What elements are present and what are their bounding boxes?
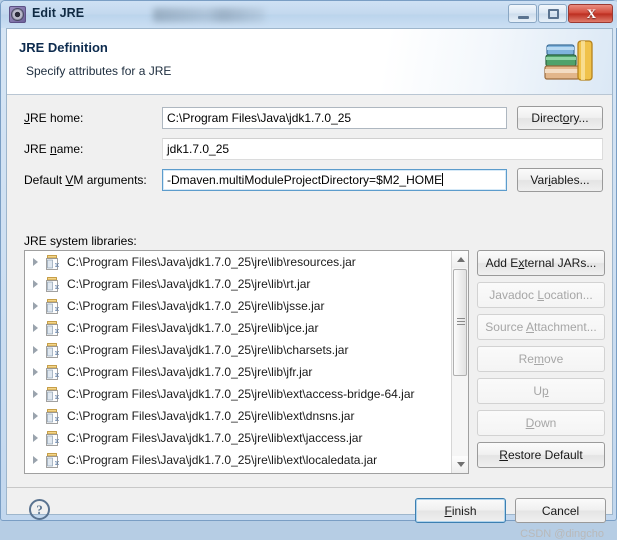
watermark: CSDN @dingcho bbox=[520, 528, 604, 540]
svg-text:10: 10 bbox=[55, 439, 59, 445]
vm-args-value: -Dmaven.multiModuleProjectDirectory=$M2_… bbox=[167, 173, 443, 187]
jre-home-label: JRE home: bbox=[24, 111, 84, 125]
directory-button[interactable]: Directory... bbox=[517, 106, 603, 130]
side-button-down: Down bbox=[477, 410, 605, 436]
svg-text:10: 10 bbox=[55, 461, 59, 467]
svg-text:10: 10 bbox=[55, 329, 59, 335]
svg-text:10: 10 bbox=[55, 395, 59, 401]
side-button-javadoc-location: Javadoc Location... bbox=[477, 282, 605, 308]
library-list-item[interactable]: 10 C:\Program Files\Java\jdk1.7.0_25\jre\… bbox=[25, 427, 468, 449]
expand-triangle-icon[interactable] bbox=[33, 258, 38, 266]
page-subtitle: Specify attributes for a JRE bbox=[26, 64, 172, 78]
blurred-secondary-title bbox=[153, 8, 265, 22]
side-button-label: Add External JARs... bbox=[485, 256, 597, 270]
jre-name-input[interactable]: jdk1.7.0_25 bbox=[162, 138, 603, 160]
side-button-label: Up bbox=[533, 384, 549, 398]
library-path: C:\Program Files\Java\jdk1.7.0_25\jre\li… bbox=[67, 255, 356, 269]
svg-text:10: 10 bbox=[55, 373, 59, 379]
library-path: C:\Program Files\Java\jdk1.7.0_25\jre\li… bbox=[67, 299, 325, 313]
jre-home-input[interactable]: C:\Program Files\Java\jdk1.7.0_25 bbox=[162, 107, 507, 129]
maximize-button[interactable] bbox=[538, 4, 567, 23]
list-scrollbar[interactable] bbox=[451, 251, 468, 473]
side-button-remove: Remove bbox=[477, 346, 605, 372]
text-caret bbox=[442, 173, 444, 186]
window-controls: X bbox=[508, 4, 613, 23]
side-button-label: Remove bbox=[518, 352, 564, 366]
svg-text:10: 10 bbox=[55, 263, 59, 269]
close-button[interactable]: X bbox=[568, 4, 613, 23]
expand-triangle-icon[interactable] bbox=[33, 368, 38, 376]
minimize-button[interactable] bbox=[508, 4, 537, 23]
library-list-item[interactable]: 10 C:\Program Files\Java\jdk1.7.0_25\jre\… bbox=[25, 361, 468, 383]
library-list-item[interactable]: 10 C:\Program Files\Java\jdk1.7.0_25\jre\… bbox=[25, 273, 468, 295]
library-list-item[interactable]: 10 C:\Program Files\Java\jdk1.7.0_25\jre\… bbox=[25, 405, 468, 427]
svg-text:10: 10 bbox=[55, 417, 59, 423]
library-list-item[interactable]: 10 C:\Program Files\Java\jdk1.7.0_25\jre\… bbox=[25, 317, 468, 339]
side-button-label: Javadoc Location... bbox=[489, 288, 593, 302]
variables-button-label: Variables... bbox=[530, 173, 590, 187]
variables-button[interactable]: Variables... bbox=[517, 168, 603, 192]
library-list-item[interactable]: 10 C:\Program Files\Java\jdk1.7.0_25\jre\… bbox=[25, 295, 468, 317]
footer-divider bbox=[7, 487, 612, 488]
expand-triangle-icon[interactable] bbox=[33, 324, 38, 332]
close-icon: X bbox=[586, 6, 597, 21]
directory-button-label: Directory... bbox=[531, 111, 589, 125]
books-icon bbox=[544, 40, 593, 81]
help-icon[interactable]: ? bbox=[29, 499, 50, 520]
expand-triangle-icon[interactable] bbox=[33, 434, 38, 442]
finish-button-label: Finish bbox=[444, 503, 477, 518]
library-path: C:\Program Files\Java\jdk1.7.0_25\jre\li… bbox=[67, 365, 313, 379]
side-button-label: Down bbox=[525, 416, 557, 430]
scrollbar-grip-icon bbox=[457, 318, 465, 327]
header-banner: JRE Definition Specify attributes for a … bbox=[7, 29, 612, 95]
page-title: JRE Definition bbox=[19, 40, 108, 55]
side-button-label: Source Attachment... bbox=[485, 320, 597, 334]
library-items-container: 10 C:\Program Files\Java\jdk1.7.0_25\jre\… bbox=[25, 251, 468, 473]
expand-triangle-icon[interactable] bbox=[33, 390, 38, 398]
expand-triangle-icon[interactable] bbox=[33, 412, 38, 420]
jre-system-libraries-list[interactable]: 10 C:\Program Files\Java\jdk1.7.0_25\jre\… bbox=[24, 250, 469, 474]
svg-text:10: 10 bbox=[55, 351, 59, 357]
library-path: C:\Program Files\Java\jdk1.7.0_25\jre\li… bbox=[67, 453, 378, 467]
edit-jre-dialog: Edit JRE X JRE Definition Specify attrib… bbox=[0, 0, 617, 540]
library-path: C:\Program Files\Java\jdk1.7.0_25\jre\li… bbox=[67, 431, 363, 445]
library-path: C:\Program Files\Java\jdk1.7.0_25\jre\li… bbox=[67, 387, 415, 401]
jre-name-label: JRE name: bbox=[24, 142, 84, 156]
library-path: C:\Program Files\Java\jdk1.7.0_25\jre\li… bbox=[67, 321, 319, 335]
scroll-up-arrow-icon[interactable] bbox=[452, 251, 468, 268]
vm-args-label: Default VM arguments: bbox=[24, 173, 147, 187]
side-button-restore-default[interactable]: Restore Default bbox=[477, 442, 605, 468]
dialog-client-area: JRE Definition Specify attributes for a … bbox=[6, 28, 613, 540]
expand-triangle-icon[interactable] bbox=[33, 456, 38, 464]
scroll-down-arrow-icon[interactable] bbox=[452, 456, 468, 473]
library-list-item[interactable]: 10C:\Program Files\Java\jdk1.7.0_25\jre\… bbox=[25, 471, 468, 473]
window-title: Edit JRE bbox=[32, 6, 85, 20]
title-bar: Edit JRE X bbox=[1, 1, 617, 28]
library-path: C:\Program Files\Java\jdk1.7.0_25\jre\li… bbox=[67, 409, 355, 423]
library-list-item[interactable]: 10 C:\Program Files\Java\jdk1.7.0_25\jre\… bbox=[25, 383, 468, 405]
library-path: C:\Program Files\Java\jdk1.7.0_25\jre\li… bbox=[67, 277, 311, 291]
libraries-label: JRE system libraries: bbox=[24, 234, 137, 248]
finish-button[interactable]: Finish bbox=[415, 498, 506, 523]
gear-icon bbox=[9, 6, 26, 23]
svg-text:10: 10 bbox=[55, 307, 59, 313]
cancel-button[interactable]: Cancel bbox=[515, 498, 606, 523]
vm-args-input[interactable]: -Dmaven.multiModuleProjectDirectory=$M2_… bbox=[162, 169, 507, 191]
library-list-item[interactable]: 10 C:\Program Files\Java\jdk1.7.0_25\jre\… bbox=[25, 449, 468, 471]
scrollbar-thumb[interactable] bbox=[453, 269, 467, 376]
library-list-item[interactable]: 10 C:\Program Files\Java\jdk1.7.0_25\jre\… bbox=[25, 251, 468, 273]
svg-text:10: 10 bbox=[55, 285, 59, 291]
library-path: C:\Program Files\Java\jdk1.7.0_25\jre\li… bbox=[67, 343, 349, 357]
side-button-up: Up bbox=[477, 378, 605, 404]
expand-triangle-icon[interactable] bbox=[33, 346, 38, 354]
expand-triangle-icon[interactable] bbox=[33, 280, 38, 288]
side-button-label: Restore Default bbox=[499, 448, 583, 462]
side-button-add-external-jars[interactable]: Add External JARs... bbox=[477, 250, 605, 276]
cancel-button-label: Cancel bbox=[541, 503, 580, 518]
library-list-item[interactable]: 10 C:\Program Files\Java\jdk1.7.0_25\jre\… bbox=[25, 339, 468, 361]
side-button-source-attachment: Source Attachment... bbox=[477, 314, 605, 340]
expand-triangle-icon[interactable] bbox=[33, 302, 38, 310]
